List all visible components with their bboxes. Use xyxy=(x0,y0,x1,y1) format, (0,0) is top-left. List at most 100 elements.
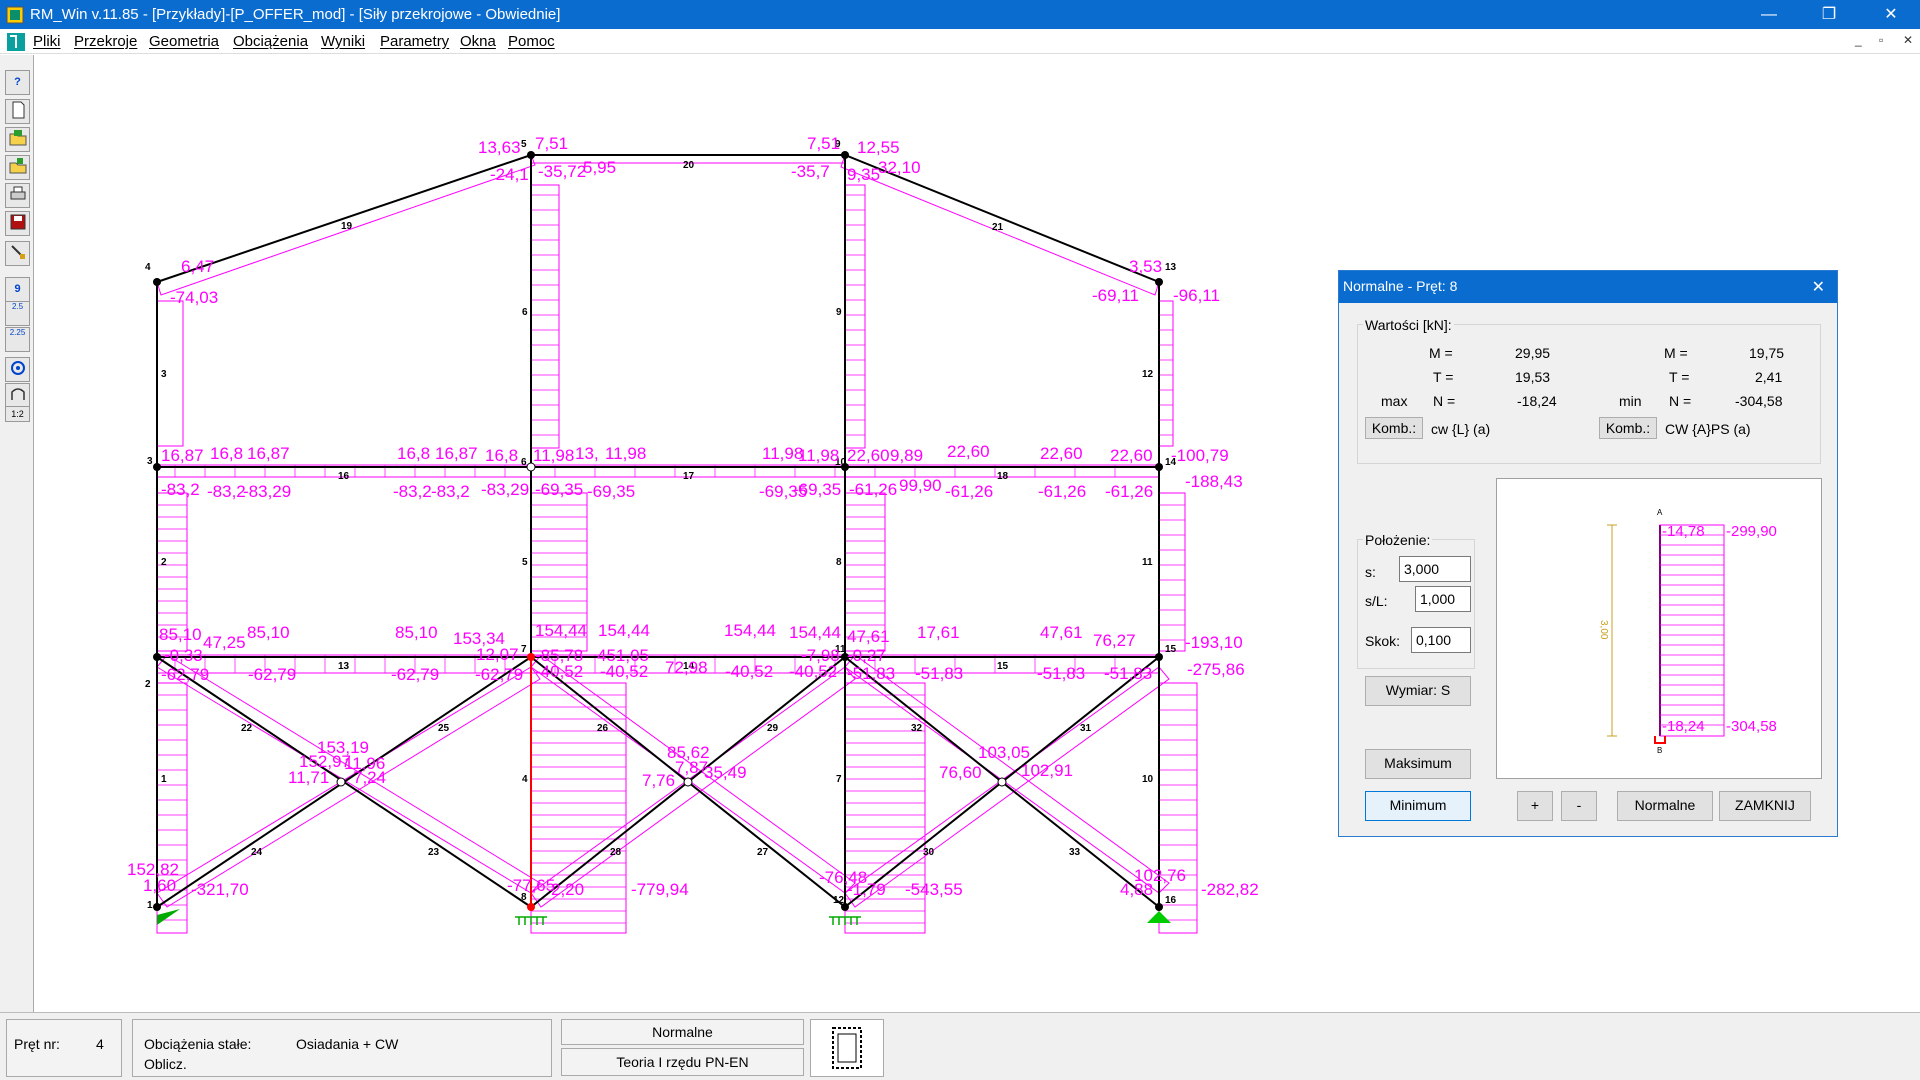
svg-text:8: 8 xyxy=(836,557,842,568)
scale-tool-icon[interactable]: 2.5 xyxy=(5,301,30,326)
new-file-icon[interactable] xyxy=(5,99,30,124)
svg-text:16,8: 16,8 xyxy=(397,444,430,463)
help-icon[interactable]: ? xyxy=(5,70,30,95)
dialog-close-icon[interactable]: ✕ xyxy=(1812,277,1825,297)
mdi-close-button[interactable]: ✕ xyxy=(1903,33,1913,47)
menu-parametry[interactable]: Parametry xyxy=(380,33,449,50)
node-b-label: B xyxy=(1657,746,1662,755)
values-group-label: Wartości [kN]: xyxy=(1363,317,1454,333)
minimize-button[interactable]: — xyxy=(1746,0,1792,29)
menu-geometria[interactable]: Geometria xyxy=(149,33,219,50)
svg-text:28: 28 xyxy=(610,847,622,858)
max-label: max xyxy=(1381,393,1408,409)
open-file-icon[interactable] xyxy=(5,127,30,152)
frame-members xyxy=(156,154,1160,908)
svg-text:-51,83: -51,83 xyxy=(847,664,895,683)
svg-text:24: 24 xyxy=(251,847,263,858)
minus-button[interactable]: - xyxy=(1561,791,1597,821)
ratio-tool-icon[interactable]: 1:2 xyxy=(5,406,30,422)
section-preview[interactable] xyxy=(810,1019,884,1077)
svg-text:22,60: 22,60 xyxy=(1110,446,1153,465)
mdi-restore-button[interactable]: ▫ xyxy=(1879,33,1883,47)
normal-button[interactable]: Normalne xyxy=(1617,791,1713,821)
left-n-label: N = xyxy=(1433,393,1456,409)
bottom-right-value: -304,58 xyxy=(1726,718,1777,735)
left-t-value: 19,53 xyxy=(1515,369,1551,385)
svg-text:3: 3 xyxy=(147,456,153,467)
close-dialog-button[interactable]: ZAMKNIJ xyxy=(1719,791,1811,821)
step-input[interactable]: 0,100 xyxy=(1411,627,1471,653)
menu-pliki[interactable]: Pliki xyxy=(33,33,61,50)
svg-text:17: 17 xyxy=(683,471,695,482)
svg-text:12,07: 12,07 xyxy=(476,645,519,664)
svg-text:-188,43: -188,43 xyxy=(1185,472,1243,491)
save-icon[interactable] xyxy=(5,211,30,236)
plus-button[interactable]: + xyxy=(1517,791,1553,821)
svg-text:25: 25 xyxy=(438,723,450,734)
mdi-minimize-button[interactable]: _ xyxy=(1855,33,1862,47)
bar-number-value: 4 xyxy=(96,1036,104,1052)
close-button[interactable]: ✕ xyxy=(1868,0,1914,29)
svg-text:154,44: 154,44 xyxy=(724,621,776,640)
title-bar: RM_Win v.11.85 - [Przykłady]-[P_OFFER_mo… xyxy=(0,0,1920,29)
open-folder-icon[interactable] xyxy=(5,155,30,180)
bar-diagram-panel: 3,00 A B -14,78 -299,90 -18,24 -304,58 xyxy=(1496,478,1822,779)
dimension-button[interactable]: Wymiar: S xyxy=(1365,676,1471,706)
left-komb-button[interactable]: Komb.: xyxy=(1365,417,1423,439)
s-input[interactable]: 3,000 xyxy=(1399,556,1471,582)
svg-text:13,63: 13,63 xyxy=(478,138,521,157)
svg-text:154,44: 154,44 xyxy=(789,623,841,642)
svg-text:16,8: 16,8 xyxy=(210,444,243,463)
right-m-value: 19,75 xyxy=(1749,345,1785,361)
calc-label: Oblicz. xyxy=(144,1056,187,1072)
svg-text:13: 13 xyxy=(338,661,350,672)
svg-text:7,51: 7,51 xyxy=(535,134,568,153)
theory-indicator[interactable]: Teoria I rzędu PN-EN xyxy=(561,1048,804,1076)
right-komb-button[interactable]: Komb.: xyxy=(1599,417,1657,439)
scale-tool-icon-2[interactable]: 2.25 xyxy=(5,327,30,352)
support-icon xyxy=(1654,736,1666,744)
print-icon[interactable] xyxy=(5,183,30,208)
menu-pomoc[interactable]: Pomoc xyxy=(508,33,555,50)
svg-text:32: 32 xyxy=(911,723,923,734)
svg-text:-0,33: -0,33 xyxy=(164,646,203,665)
menu-obciazenia[interactable]: Obciążenia xyxy=(233,33,308,50)
menu-wyniki[interactable]: Wyniki xyxy=(321,33,365,50)
sl-input[interactable]: 1,000 xyxy=(1415,586,1471,612)
svg-text:9,35: 9,35 xyxy=(847,165,880,184)
menu-przekroje[interactable]: Przekroje xyxy=(74,33,137,50)
svg-text:-40,52: -40,52 xyxy=(600,662,648,681)
bottom-left-value: -18,24 xyxy=(1662,718,1705,735)
bar-diagram: 3,00 A B -14,78 -299,90 -18,24 -304,58 xyxy=(1598,508,1777,755)
svg-text:-62,79: -62,79 xyxy=(161,665,209,684)
maximize-button[interactable]: ❐ xyxy=(1806,0,1852,29)
svg-text:22,60: 22,60 xyxy=(947,442,990,461)
svg-text:11,71: 11,71 xyxy=(288,768,329,787)
svg-text:1: 1 xyxy=(147,900,153,911)
number-tool-icon[interactable]: 9 xyxy=(5,277,30,302)
brush-icon[interactable] xyxy=(5,241,30,266)
mode-indicator[interactable]: Normalne xyxy=(561,1019,804,1045)
svg-text:16,8: 16,8 xyxy=(485,446,518,465)
svg-text:154,44: 154,44 xyxy=(535,621,587,640)
app-icon xyxy=(6,6,24,24)
status-bar: Pręt nr: 4 Obciążenia stałe: Osiadania +… xyxy=(0,1012,1920,1080)
svg-text:-543,55: -543,55 xyxy=(905,880,963,899)
target-icon[interactable] xyxy=(5,357,30,382)
maximum-button[interactable]: Maksimum xyxy=(1365,749,1471,779)
arch-icon[interactable] xyxy=(5,383,30,408)
svg-text:22,60: 22,60 xyxy=(847,446,890,465)
svg-text:76,60: 76,60 xyxy=(939,763,982,782)
minimum-button[interactable]: Minimum xyxy=(1365,791,1471,821)
svg-text:-96,11: -96,11 xyxy=(1173,286,1220,305)
svg-text:2: 2 xyxy=(161,557,167,568)
svg-text:-193,10: -193,10 xyxy=(1185,633,1243,652)
svg-text:47,25: 47,25 xyxy=(203,633,246,652)
svg-text:20: 20 xyxy=(683,160,695,171)
menu-okna[interactable]: Okna xyxy=(460,33,496,50)
svg-text:-0,27: -0,27 xyxy=(847,646,886,665)
s-label: s: xyxy=(1365,564,1376,580)
svg-text:30: 30 xyxy=(923,847,935,858)
svg-text:2,20: 2,20 xyxy=(551,880,584,899)
svg-text:17,61: 17,61 xyxy=(917,623,960,642)
